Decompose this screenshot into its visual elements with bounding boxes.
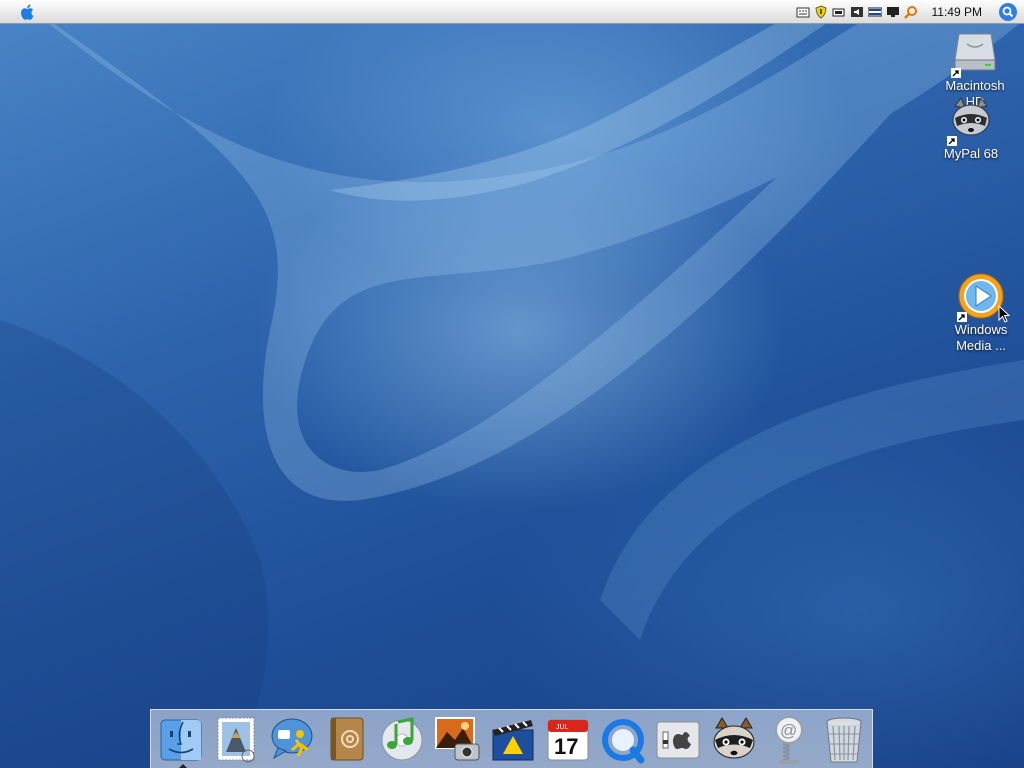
quicktime-icon — [602, 719, 645, 764]
volume-icon[interactable] — [850, 5, 864, 19]
keyboard-icon[interactable] — [796, 5, 810, 19]
network-icon[interactable] — [867, 5, 882, 19]
dock-item-system-preferences[interactable] — [654, 714, 702, 766]
dock: JUL 17 @ — [150, 709, 873, 768]
system-preferences-icon — [656, 721, 700, 759]
menu-bar: 11:49 PM — [0, 0, 1024, 24]
shield-icon[interactable] — [814, 5, 828, 19]
status-area: 11:49 PM — [796, 2, 1018, 22]
mouse-cursor-icon — [998, 305, 1010, 323]
wallpaper — [0, 0, 1024, 768]
alias-arrow-icon — [957, 312, 967, 322]
dock-item-ichat[interactable] — [268, 714, 316, 766]
dock-item-mypal[interactable] — [710, 714, 758, 766]
desktop-icon-label: MyPal 68 — [943, 146, 999, 161]
itunes-icon — [381, 717, 423, 761]
raccoon-icon — [945, 94, 997, 146]
ical-icon: JUL 17 — [547, 719, 589, 761]
running-indicator — [178, 764, 188, 768]
desktop[interactable]: 11:49 PM Macintosh HD MyPal 68 Windows M… — [0, 0, 1024, 768]
alias-arrow-icon — [951, 68, 961, 78]
finder-icon — [160, 719, 202, 761]
svg-text:@: @ — [780, 721, 797, 740]
display-icon[interactable] — [886, 5, 900, 19]
apple-icon[interactable] — [18, 2, 38, 22]
imovie-icon — [492, 720, 533, 761]
search-tray-icon[interactable] — [903, 5, 918, 19]
spotlight-icon[interactable] — [998, 2, 1018, 22]
dock-item-ical[interactable]: JUL 17 — [544, 714, 592, 766]
ical-month: JUL — [556, 724, 569, 731]
trash-icon — [826, 717, 862, 763]
at-spring-icon: @ — [774, 716, 803, 764]
raccoon-icon — [713, 717, 754, 759]
menu-bar-clock[interactable]: 11:49 PM — [932, 5, 982, 19]
address-book-icon — [330, 717, 364, 761]
dock-item-mail[interactable] — [212, 714, 260, 766]
dock-item-finder[interactable] — [157, 714, 205, 768]
dock-item-iphoto[interactable] — [433, 714, 481, 766]
dock-item-mail-spring[interactable]: @ — [765, 714, 813, 766]
dock-item-itunes[interactable] — [378, 714, 426, 766]
dock-item-trash[interactable] — [820, 714, 868, 766]
iphoto-icon — [435, 717, 480, 761]
desktop-icon-label: Windows Media ... — [954, 322, 1008, 353]
dock-item-imovie[interactable] — [489, 714, 537, 766]
dock-item-address-book[interactable] — [323, 714, 371, 766]
battery-icon[interactable] — [832, 5, 846, 19]
alias-arrow-icon — [947, 136, 957, 146]
ical-day: 17 — [554, 734, 578, 759]
ichat-icon — [271, 718, 312, 760]
dock-item-quicktime[interactable] — [599, 714, 647, 766]
desktop-icon-mypal[interactable]: MyPal 68 — [931, 94, 1011, 162]
mail-stamp-icon — [217, 717, 255, 763]
hard-drive-icon — [949, 26, 1001, 78]
